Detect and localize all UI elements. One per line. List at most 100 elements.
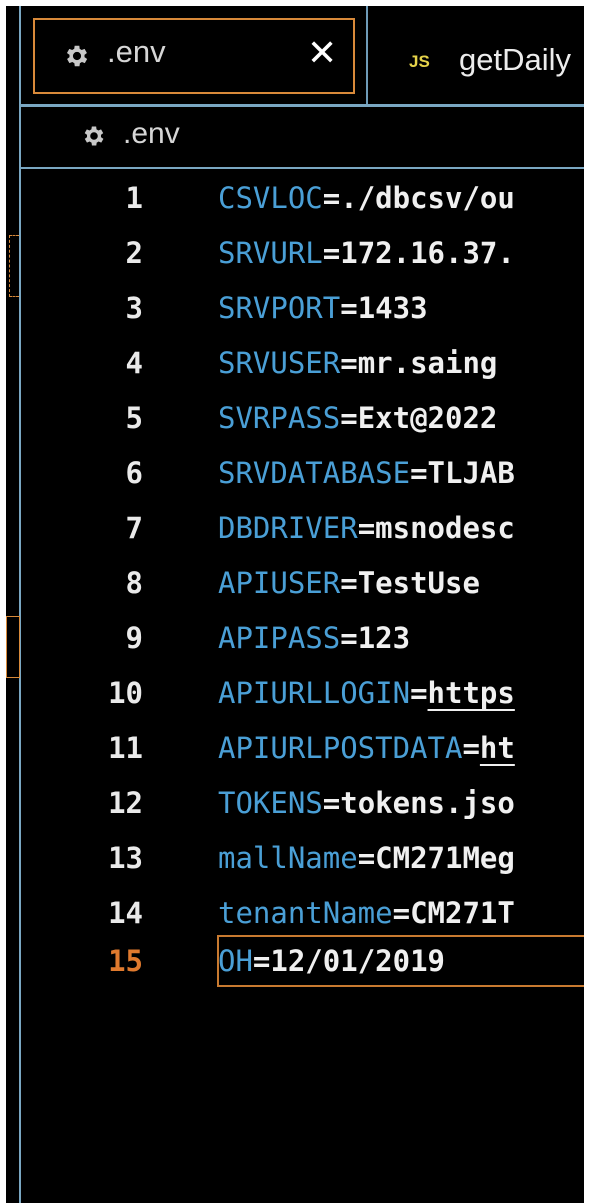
env-key: TOKENS: [218, 786, 323, 820]
equals-sign: =: [392, 896, 411, 930]
line-number: 10: [108, 676, 143, 710]
env-key: APIURLLOGIN: [218, 676, 411, 710]
env-value: 12/01/2019: [270, 944, 445, 978]
line-content: DBDRIVER=msnodesc: [218, 501, 515, 556]
breadcrumb-item-file[interactable]: .env: [123, 117, 180, 151]
env-key: DBDRIVER: [218, 511, 358, 545]
line-content: TOKENS=tokens.jso: [218, 776, 515, 831]
code-line[interactable]: 2 SRVURL=172.16.37.: [21, 226, 584, 281]
line-number: 8: [125, 566, 143, 600]
env-value: 1433: [357, 291, 428, 325]
code-line[interactable]: 5 SVRPASS=Ext@2022: [21, 391, 584, 446]
tab-getdaily[interactable]: JS getDaily: [369, 6, 584, 104]
env-value: ./dbcsv/ou: [340, 181, 515, 215]
gutter-marker: [6, 616, 20, 678]
code-line[interactable]: 1 CSVLOC=./dbcsv/ou: [21, 171, 584, 226]
env-key: SRVURL: [218, 236, 323, 270]
code-line[interactable]: 3 SRVPORT=1433: [21, 281, 584, 336]
equals-sign: =: [252, 944, 271, 978]
line-content: SRVUSER=mr.saing: [218, 336, 497, 391]
equals-sign: =: [340, 621, 358, 655]
env-key: tenantName: [218, 896, 393, 930]
env-key: APIURLPOSTDATA: [218, 731, 463, 765]
line-content: SRVURL=172.16.37.: [218, 226, 515, 281]
line-content: CSVLOC=./dbcsv/ou: [218, 171, 515, 226]
env-value-link[interactable]: ht: [480, 731, 515, 765]
env-key: SRVUSER: [218, 346, 341, 380]
env-key: SRVDATABASE: [218, 456, 411, 490]
code-line[interactable]: 11 APIURLPOSTDATA=ht: [21, 721, 584, 776]
breadcrumb: .env: [21, 107, 584, 167]
env-key: OH: [218, 944, 253, 978]
activity-gutter: [6, 6, 20, 1203]
line-content: APIURLLOGIN=https: [218, 666, 515, 721]
equals-sign: =: [340, 346, 358, 380]
code-line[interactable]: 7 DBDRIVER=msnodesc: [21, 501, 584, 556]
equals-sign: =: [322, 786, 341, 820]
line-content: APIURLPOSTDATA=ht: [218, 721, 515, 776]
env-key: SRVPORT: [218, 291, 341, 325]
env-key: SVRPASS: [218, 401, 341, 435]
code-line[interactable]: 4 SRVUSER=mr.saing: [21, 336, 584, 391]
line-content: APIUSER=TestUse: [218, 556, 480, 611]
line-number: 5: [125, 401, 143, 435]
equals-sign: =: [340, 291, 358, 325]
line-number: 4: [125, 346, 143, 380]
code-line[interactable]: 8 APIUSER=TestUse: [21, 556, 584, 611]
line-content: SRVDATABASE=TLJAB: [218, 446, 515, 501]
gear-icon: [66, 45, 88, 67]
line-content: APIPASS=123: [218, 611, 410, 666]
equals-sign: =: [322, 236, 341, 270]
env-key: mallName: [218, 841, 358, 875]
tab-env[interactable]: .env ✕: [33, 18, 355, 94]
code-line[interactable]: 13 mallName=CM271Meg: [21, 831, 584, 886]
close-icon[interactable]: ✕: [307, 30, 337, 78]
window-frame-right: [584, 0, 590, 1203]
env-value: msnodesc: [375, 511, 515, 545]
gear-icon: [84, 126, 104, 146]
env-value-link[interactable]: https: [428, 676, 515, 710]
equals-sign: =: [357, 841, 376, 875]
code-editor[interactable]: 1 CSVLOC=./dbcsv/ou 2 SRVURL=172.16.37. …: [21, 169, 584, 1203]
js-file-icon: JS: [409, 52, 430, 71]
env-value: 123: [357, 621, 411, 655]
tab-label: getDaily: [459, 42, 571, 77]
line-content: mallName=CM271Meg: [218, 831, 515, 886]
env-value: TLJAB: [427, 456, 515, 490]
code-line-current[interactable]: 15 OH=12/01/2019: [21, 934, 584, 989]
line-number: 1: [125, 181, 143, 215]
env-key: CSVLOC: [218, 181, 323, 215]
equals-sign: =: [410, 676, 428, 710]
code-line[interactable]: 9 APIPASS=123: [21, 611, 584, 666]
line-number-current: 15: [108, 944, 143, 978]
env-value: CM271T: [410, 896, 515, 930]
line-number: 12: [108, 786, 143, 820]
code-line[interactable]: 10 APIURLLOGIN=https: [21, 666, 584, 721]
code-line[interactable]: 12 TOKENS=tokens.jso: [21, 776, 584, 831]
equals-sign: =: [410, 456, 428, 490]
env-value: TestUse: [357, 566, 480, 600]
env-key: APIUSER: [218, 566, 341, 600]
gutter-marker: [9, 235, 19, 297]
env-value: 172.16.37.: [340, 236, 515, 270]
tab-bar: .env ✕ JS getDaily: [21, 6, 584, 104]
line-number: 7: [125, 511, 143, 545]
env-value: mr.saing: [357, 346, 498, 380]
tab-divider: [366, 6, 368, 104]
env-value: Ext@2022: [357, 401, 498, 435]
line-number: 6: [125, 456, 143, 490]
env-key: APIPASS: [218, 621, 341, 655]
env-value: CM271Meg: [375, 841, 515, 875]
code-line[interactable]: 6 SRVDATABASE=TLJAB: [21, 446, 584, 501]
line-content: OH=12/01/2019: [218, 934, 445, 989]
line-number: 2: [125, 236, 143, 270]
code-line[interactable]: 14 tenantName=CM271T: [21, 886, 584, 941]
equals-sign: =: [340, 401, 358, 435]
line-content: tenantName=CM271T: [218, 886, 515, 941]
tab-label: .env: [107, 34, 166, 69]
line-number: 9: [125, 621, 143, 655]
line-number: 3: [125, 291, 143, 325]
equals-sign: =: [322, 181, 341, 215]
line-number: 11: [108, 731, 143, 765]
line-content: SRVPORT=1433: [218, 281, 428, 336]
